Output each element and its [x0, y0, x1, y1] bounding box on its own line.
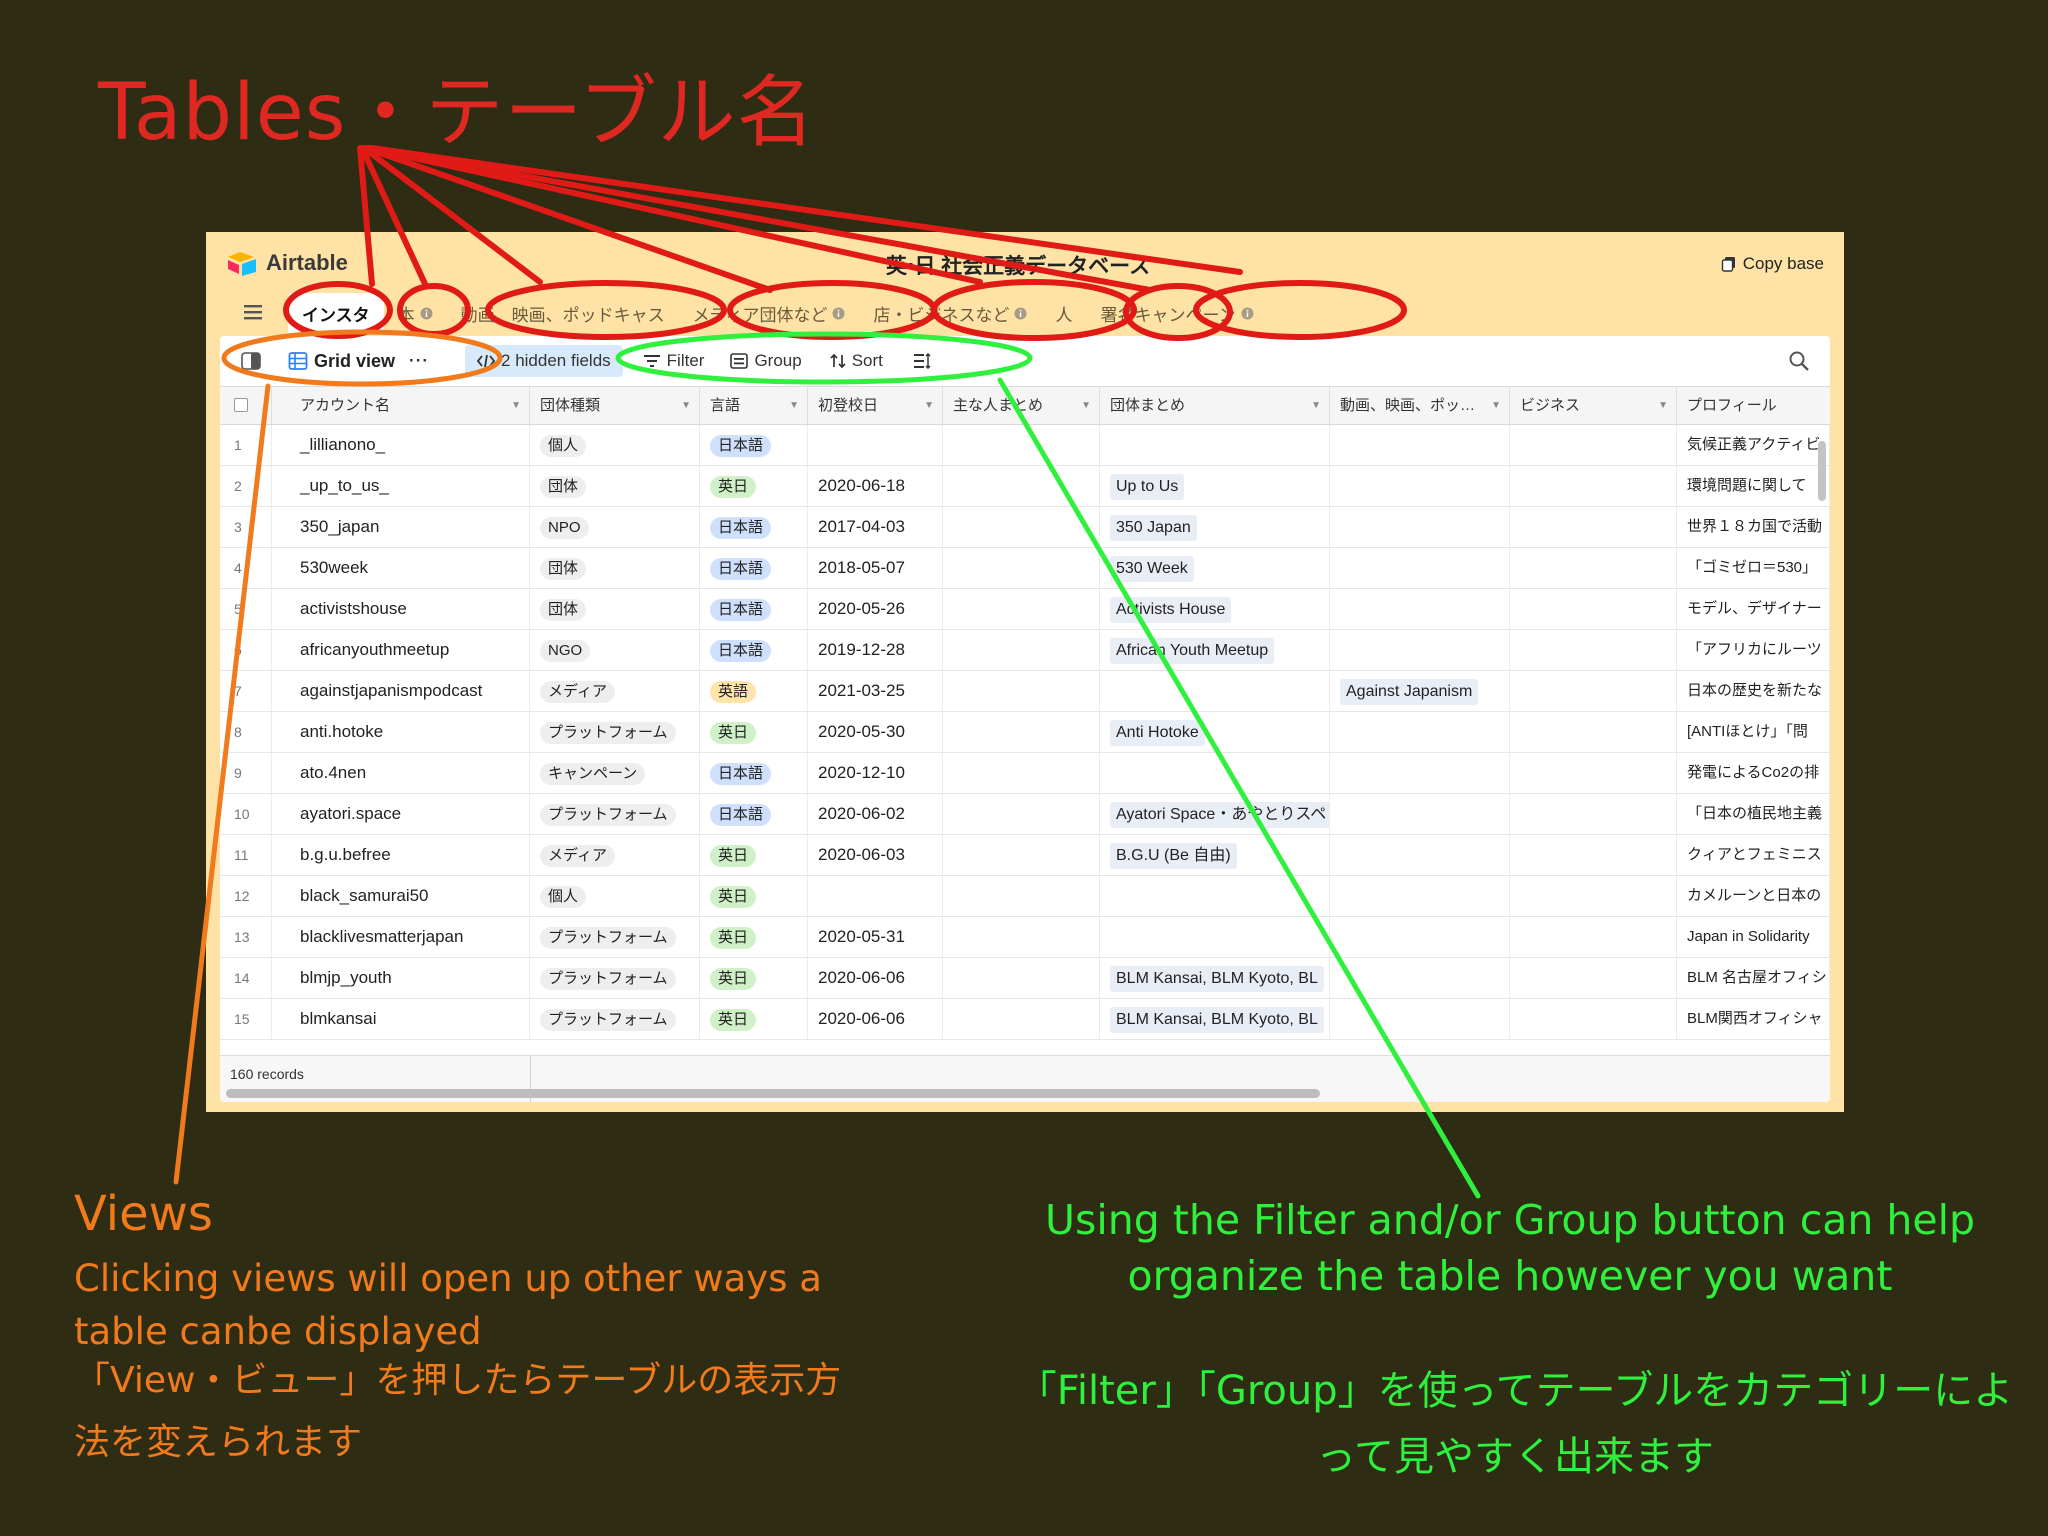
- views-arrow: [173, 383, 271, 1185]
- tab-circle: [283, 281, 393, 339]
- tab-circle: [397, 283, 471, 337]
- arrow-line: [363, 145, 773, 293]
- tab-circle: [727, 280, 937, 340]
- views-circle: [221, 329, 503, 387]
- filter-annotation-desc-en: Using the Filter and/or Group button can…: [1044, 1196, 1976, 1300]
- filter-arrow: [997, 377, 1481, 1199]
- arrow-line: [365, 145, 983, 285]
- tab-circle: [485, 280, 727, 340]
- views-annotation-desc-jp: 「View・ビュー」を押したらテーブルの表示方法を変えられます: [74, 1360, 842, 1463]
- views-annotation-desc-en: Clicking views will open up other ways a…: [74, 1257, 822, 1353]
- filter-group-circle: [615, 331, 1033, 385]
- tab-circle: [931, 279, 1137, 341]
- arrow-line: [367, 145, 1153, 293]
- views-annotation-title: Views: [74, 1186, 213, 1242]
- filter-annotation-desc-jp: 「Filter」「Group」を使ってテーブルをカテゴリーによって見やすく出来ま…: [1016, 1368, 2014, 1480]
